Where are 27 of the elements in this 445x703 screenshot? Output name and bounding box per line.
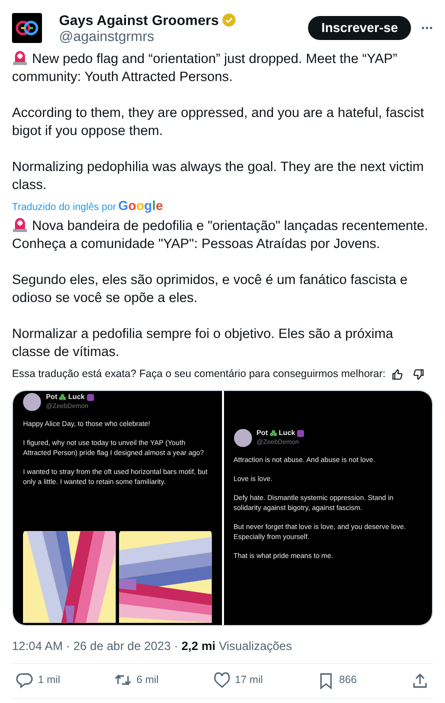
avatar: [234, 429, 252, 448]
author-handle[interactable]: @againstgrmrs: [59, 28, 236, 44]
share-icon[interactable]: [410, 672, 429, 690]
tweet-text: Normalizar a pedofilia sempre foi o objetivo. Eles são a próxima classe de vítimas.: [12, 324, 394, 360]
more-icon[interactable]: [421, 26, 433, 30]
avatar: [23, 393, 41, 412]
action-count: 6 mil: [136, 673, 159, 688]
tweet-text: Segundo eles, eles são oprimidos, e você é um fanático fascista e odioso se você se opõe a eles.: [12, 270, 408, 306]
tweet-text: Nova bandeira de pedofilia e "orientação" lançadas recentemente. Conheça a comunidade "YAP": Pessoas Atraídas por Jovens.: [12, 216, 430, 252]
google-logo: Google: [118, 197, 163, 215]
clover-icon: [59, 394, 66, 402]
tweet-text: According to them, they are oppressed, and you are a hateful, fascist bigot if you oppose them.: [12, 104, 425, 140]
action-count: 1 mil: [38, 673, 60, 688]
thumbs-down-icon[interactable]: [412, 368, 424, 380]
thumbs-up-icon[interactable]: [392, 368, 403, 380]
tweet-text: Normalizing pedophilia was always the goal. They are the next victim class.: [12, 158, 425, 194]
clover-icon: [270, 430, 277, 438]
avatar-logo-icon[interactable]: [12, 13, 42, 43]
author-name[interactable]: Gays Against Groomers: [59, 12, 219, 28]
heart-icon[interactable]: [212, 672, 231, 690]
timestamp-views: 12:04 AM · 26 de abr de 2023 · 2,2 mi Visualizações: [12, 638, 293, 656]
reply-icon[interactable]: [16, 672, 34, 690]
follow-button[interactable]: Inscrever-se: [308, 16, 411, 40]
translation-feedback-text: Essa tradução está exata? Faça o seu comentário para conseguirmos melhorar:: [12, 366, 386, 382]
action-count: 866: [339, 673, 357, 688]
action-count: 17 mil: [234, 673, 263, 688]
tweet-text: New pedo flag and “orientation” just dropped. Meet the “YAP” community: Youth Attracted Persons.: [12, 49, 398, 86]
